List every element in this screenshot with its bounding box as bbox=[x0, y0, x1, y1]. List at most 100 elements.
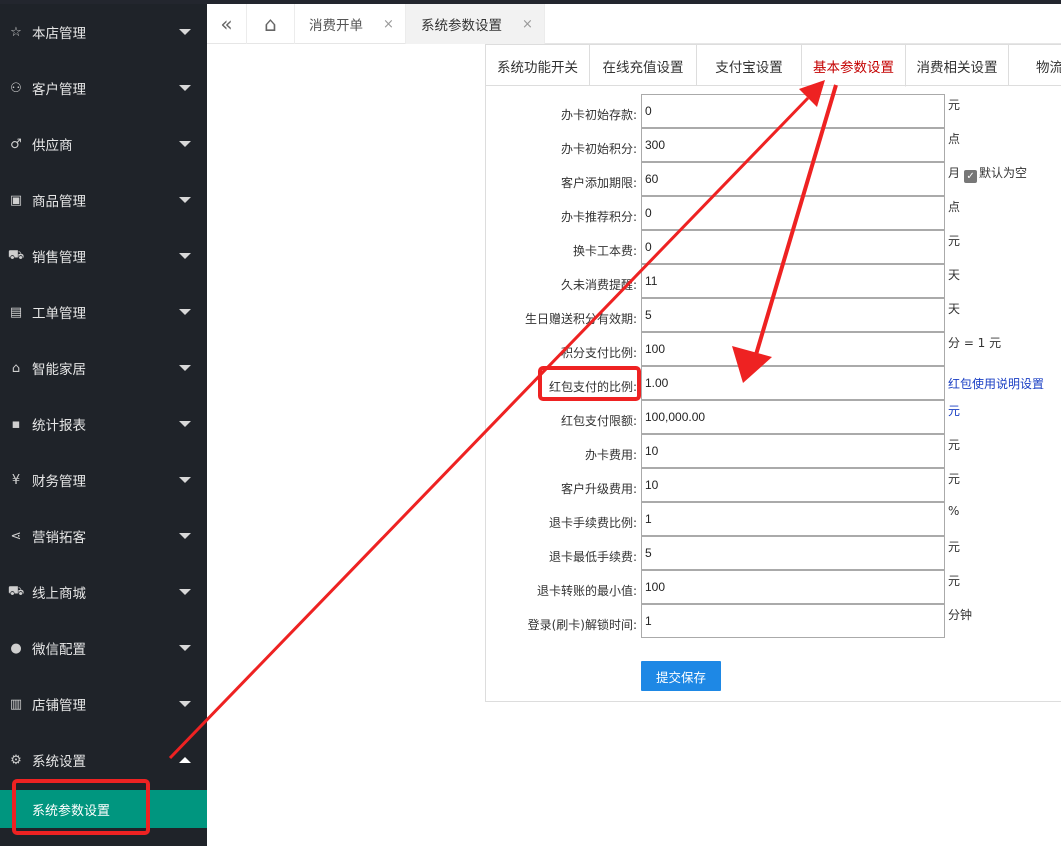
checkbox-checked-icon[interactable]: ✓ bbox=[964, 170, 978, 183]
field-label: 退卡手续费比例: bbox=[548, 516, 637, 530]
submit-save-button[interactable]: 提交保存 bbox=[641, 661, 721, 691]
form-row: 登录(刷卡)解锁时间: 1 分钟 bbox=[486, 604, 1061, 638]
home-icon: ⌂ bbox=[11, 360, 21, 376]
form-row: 客户升级费用: 10 元 bbox=[486, 468, 1061, 502]
form-row: 办卡初始积分: 300 点 bbox=[486, 128, 1061, 162]
unit-text: 元 bbox=[948, 234, 961, 248]
sidebar-item-5[interactable]: ▤ 工单管理 bbox=[0, 284, 207, 340]
field-label: 办卡初始积分: bbox=[560, 142, 637, 156]
gear-icon: ⚙ bbox=[10, 752, 22, 768]
field-unit-link[interactable]: 红包使用说明设置 bbox=[948, 375, 1044, 392]
yen-icon: ¥ bbox=[11, 472, 21, 488]
field-unit: 点 bbox=[948, 130, 960, 147]
collapse-icon[interactable]: « bbox=[207, 4, 247, 44]
field-label: 客户升级费用: bbox=[560, 482, 637, 496]
form-row: 退卡手续费比例: 1% bbox=[486, 502, 1061, 536]
cart-icon: ⛟ bbox=[7, 247, 25, 263]
form-row: 换卡工本费: 0 元 bbox=[486, 230, 1061, 264]
unit-text: 红包使用说明设置 bbox=[948, 377, 1045, 391]
field-input[interactable]: 300 bbox=[641, 128, 945, 162]
settings-tab-5[interactable]: 物流 bbox=[1009, 45, 1061, 86]
page-tab-consume-order[interactable]: 消费开单 × bbox=[295, 4, 406, 44]
sidebar-item-4[interactable]: ⛟ 销售管理 bbox=[0, 228, 207, 284]
form-row: 退卡转账的最小值: 100 元 bbox=[486, 570, 1061, 604]
field-input[interactable]: 100,000.00 bbox=[641, 400, 945, 434]
sidebar-item-1[interactable]: ⚇ 客户管理 bbox=[0, 60, 207, 116]
form-row: 客户添加期限: 60 月 ✓ 默认为空 bbox=[486, 162, 1061, 196]
caret-down-icon bbox=[179, 29, 191, 35]
cart-icon: ⛟ bbox=[7, 583, 25, 599]
field-input[interactable]: 100 bbox=[641, 332, 945, 366]
unit-text: 元 bbox=[948, 404, 961, 418]
caret-down-icon bbox=[179, 141, 191, 147]
sidebar: ☆ 本店管理 ⚇ 客户管理 ♂ 供应商 ▣ 商品管理 ⛟ 销售管理 ▤ 工单管理 ⌂ 智能家居 ▪ 统计报表 ¥… bbox=[0, 4, 207, 846]
caret-down-icon bbox=[179, 85, 191, 91]
sidebar-item-12[interactable]: ▥ 店铺管理 bbox=[0, 676, 207, 732]
field-label: 退卡最低手续费: bbox=[548, 550, 637, 564]
sidebar-item-10[interactable]: ⛟ 线上商城 bbox=[0, 564, 207, 620]
caret-down-icon bbox=[179, 533, 191, 539]
form-row: 办卡初始存款: 0 元 bbox=[486, 94, 1061, 128]
sidebar-item-13[interactable]: ⚙ 系统设置 bbox=[0, 732, 207, 788]
sidebar-item-6[interactable]: ⌂ 智能家居 bbox=[0, 340, 207, 396]
caret-down-icon bbox=[179, 197, 191, 203]
home-icon[interactable]: ⌂ bbox=[247, 4, 295, 44]
field-input[interactable]: 100 bbox=[641, 570, 945, 604]
caret-down-icon bbox=[179, 365, 191, 371]
settings-tab-0[interactable]: 系统功能开关 bbox=[486, 45, 590, 86]
settings-tab-4[interactable]: 消费相关设置 bbox=[906, 45, 1009, 86]
sidebar-item-9[interactable]: ⋖ 营销拓客 bbox=[0, 508, 207, 564]
field-input[interactable]: 1.00 bbox=[641, 366, 945, 400]
field-label: 办卡推荐积分: bbox=[560, 210, 637, 224]
sidebar-item-label: 系统设置 bbox=[32, 754, 86, 770]
sidebar-item-label: 营销拓客 bbox=[32, 530, 86, 546]
close-icon[interactable]: × bbox=[522, 17, 533, 32]
sidebar-item-label: 线上商城 bbox=[32, 586, 86, 602]
sidebar-item-0[interactable]: ☆ 本店管理 bbox=[0, 4, 207, 60]
sidebar-item-label: 供应商 bbox=[32, 138, 73, 154]
checkbox-label: 默认为空 bbox=[979, 166, 1028, 180]
page-tab-system-params[interactable]: 系统参数设置 × bbox=[406, 4, 545, 44]
field-unit: 元 bbox=[948, 538, 960, 555]
sidebar-item-label: 销售管理 bbox=[32, 250, 86, 266]
sidebar-item-2[interactable]: ♂ 供应商 bbox=[0, 116, 207, 172]
field-input[interactable]: 1 bbox=[641, 604, 945, 638]
field-unit: 天 bbox=[948, 266, 960, 283]
sidebar-item-8[interactable]: ¥ 财务管理 bbox=[0, 452, 207, 508]
sidebar-item-7[interactable]: ▪ 统计报表 bbox=[0, 396, 207, 452]
field-input[interactable]: 0 bbox=[641, 230, 945, 264]
field-input[interactable]: 1 bbox=[641, 502, 945, 536]
field-unit: % bbox=[948, 504, 959, 518]
sidebar-item-11[interactable]: ● 微信配置 bbox=[0, 620, 207, 676]
form-row: 办卡费用: 10 元 bbox=[486, 434, 1061, 468]
close-icon[interactable]: × bbox=[383, 17, 394, 32]
field-label: 办卡初始存款: bbox=[560, 108, 637, 122]
wechat-icon: ● bbox=[10, 640, 22, 656]
unit-text: 元 bbox=[948, 472, 961, 486]
field-input[interactable]: 0 bbox=[641, 196, 945, 230]
unit-text: 天 bbox=[948, 268, 961, 282]
settings-tab-3[interactable]: 基本参数设置 bbox=[802, 45, 906, 87]
caret-down-icon bbox=[179, 421, 191, 427]
chat-icon: ▪ bbox=[11, 416, 21, 432]
field-input[interactable]: 10 bbox=[641, 468, 945, 502]
settings-tab-2[interactable]: 支付宝设置 bbox=[697, 45, 802, 86]
clipboard-icon: ▤ bbox=[9, 304, 23, 320]
field-input[interactable]: 60 bbox=[641, 162, 945, 196]
field-label: 换卡工本费: bbox=[572, 244, 637, 258]
form-row: 红包支付的比例: 1.00 红包使用说明设置 bbox=[486, 366, 1061, 400]
unit-text: 元 bbox=[948, 574, 961, 588]
field-unit-link[interactable]: 元 bbox=[948, 402, 960, 419]
field-input[interactable]: 11 bbox=[641, 264, 945, 298]
field-unit: 元 bbox=[948, 436, 960, 453]
field-input[interactable]: 5 bbox=[641, 536, 945, 570]
field-input[interactable]: 10 bbox=[641, 434, 945, 468]
field-label: 生日赠送积分有效期: bbox=[524, 312, 637, 326]
field-input[interactable]: 0 bbox=[641, 94, 945, 128]
settings-tab-1[interactable]: 在线充值设置 bbox=[590, 45, 697, 86]
male-icon: ♂ bbox=[10, 136, 22, 152]
field-label: 久未消费提醒: bbox=[560, 278, 637, 292]
sidebar-item-3[interactable]: ▣ 商品管理 bbox=[0, 172, 207, 228]
sidebar-subitem-system-params[interactable]: 系统参数设置 bbox=[0, 790, 207, 828]
field-input[interactable]: 5 bbox=[641, 298, 945, 332]
